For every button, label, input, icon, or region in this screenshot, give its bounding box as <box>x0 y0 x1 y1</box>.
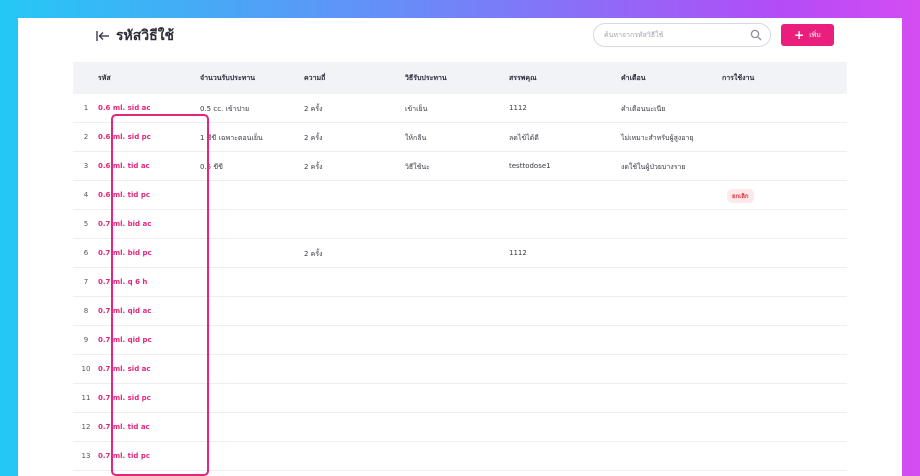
status-badge: ยกเลิก <box>727 189 754 203</box>
table-row[interactable]: 5 0.7 ml. bid ac <box>73 210 847 239</box>
table-row[interactable]: 6 0.7 ml. bid pc 2 ครั้ง 1112 <box>73 239 847 268</box>
amount-cell: 1 ซีขี เฉพาะตอนเย็น <box>200 134 263 142</box>
code-link[interactable]: 0.6 ml. sid pc <box>98 133 151 141</box>
amount-cell: 0.5 ขีขี <box>200 163 223 171</box>
benefit-cell: ลดไข้ได้ดี <box>509 134 539 142</box>
frequency-cell: 2 ครั้ง <box>304 250 323 258</box>
code-link[interactable]: 0.6 ml. tid pc <box>98 191 150 199</box>
benefit-cell: 1112 <box>509 249 527 257</box>
code-link[interactable]: 0.6 ml. tid ac <box>98 162 150 170</box>
column-header-status[interactable]: การใช้งาน <box>722 73 754 84</box>
column-header-warning[interactable]: คำเตือน <box>621 73 646 84</box>
table-row[interactable]: 13 0.7 ml. tid pc <box>73 442 847 471</box>
row-number: 10 <box>81 365 91 373</box>
table-row[interactable]: 8 0.7 ml. qid ac <box>73 297 847 326</box>
code-link[interactable]: 0.7 ml. tid pc <box>98 452 150 460</box>
benefit-cell: 1112 <box>509 104 527 112</box>
method-cell: วิธีใช้นะ <box>405 163 430 171</box>
row-number: 9 <box>83 336 89 344</box>
column-header-benefit[interactable]: สรรพคุณ <box>509 73 537 84</box>
plus-icon: + <box>794 28 805 42</box>
table-row[interactable]: 10 0.7 ml. sid ac <box>73 355 847 384</box>
code-link[interactable]: 0.7 ml. qid ac <box>98 307 151 315</box>
table-row[interactable]: 9 0.7 ml. qid pc <box>73 326 847 355</box>
dosage-table: รหัส จำนวนรับประทาน ความถี่ วิธีรับประทา… <box>73 62 847 471</box>
code-link[interactable]: 0.7 ml. q 6 h <box>98 278 147 286</box>
add-button-label: เพิ่ม <box>809 30 821 39</box>
row-number: 2 <box>83 133 89 141</box>
method-cell: ให้กลืน <box>405 134 427 142</box>
table-row[interactable]: 11 0.7 ml. sid pc <box>73 384 847 413</box>
benefit-cell: testtodose1 <box>509 162 551 170</box>
back-arrow-icon <box>96 31 109 41</box>
row-number: 8 <box>83 307 89 315</box>
frequency-cell: 2 ครั้ง <box>304 105 323 113</box>
back-button[interactable] <box>94 27 112 45</box>
code-link[interactable]: 0.7 ml. sid pc <box>98 394 151 402</box>
column-header-method[interactable]: วิธีรับประทาน <box>405 73 447 84</box>
row-number: 6 <box>83 249 89 257</box>
search-icon[interactable] <box>750 29 762 41</box>
code-link[interactable]: 0.7 ml. tid ac <box>98 423 150 431</box>
table-row[interactable]: 12 0.7 ml. tid ac <box>73 413 847 442</box>
row-number: 13 <box>81 452 91 460</box>
table-row[interactable]: 1 0.6 ml. sid ac 0.5 cc. เข้าปาย 2 ครั้ง เข้… <box>73 94 847 123</box>
method-cell: เข้าเย็น <box>405 105 428 113</box>
search-input[interactable] <box>604 28 744 42</box>
code-link[interactable]: 0.7 ml. bid ac <box>98 220 151 228</box>
code-link[interactable]: 0.6 ml. sid ac <box>98 104 151 112</box>
warning-cell: คำเตือนนะเนีย <box>621 105 666 113</box>
page-header: รหัสวิธีใช้ + เพิ่ม <box>18 18 902 62</box>
table-header: รหัส จำนวนรับประทาน ความถี่ วิธีรับประทา… <box>73 62 847 94</box>
code-link[interactable]: 0.7 ml. sid ac <box>98 365 151 373</box>
warning-cell: งดใช้ในผู้ป่วยบางราย <box>621 163 686 171</box>
search-box[interactable] <box>593 23 771 47</box>
row-number: 1 <box>83 104 89 112</box>
frequency-cell: 2 ครั้ง <box>304 163 323 171</box>
amount-cell: 0.5 cc. เข้าปาย <box>200 105 250 113</box>
table-body: 1 0.6 ml. sid ac 0.5 cc. เข้าปาย 2 ครั้ง เข้… <box>73 94 847 471</box>
frequency-cell: 2 ครั้ง <box>304 134 323 142</box>
page-title: รหัสวิธีใช้ <box>116 28 175 44</box>
add-button[interactable]: + เพิ่ม <box>781 24 834 46</box>
column-header-code[interactable]: รหัส <box>98 73 111 84</box>
row-number: 3 <box>83 162 89 170</box>
table-row[interactable]: 2 0.6 ml. sid pc 1 ซีขี เฉพาะตอนเย็น 2 ครั้… <box>73 123 847 152</box>
code-link[interactable]: 0.7 ml. bid pc <box>98 249 152 257</box>
app-window: รหัสวิธีใช้ + เพิ่ม รหัส จำนวนรับประทาน … <box>18 18 902 476</box>
column-header-amount[interactable]: จำนวนรับประทาน <box>200 73 255 84</box>
column-header-frequency[interactable]: ความถี่ <box>304 73 325 84</box>
row-number: 7 <box>83 278 89 286</box>
table-row[interactable]: 4 0.6 ml. tid pc ยกเลิก <box>73 181 847 210</box>
table-row[interactable]: 7 0.7 ml. q 6 h <box>73 268 847 297</box>
row-number: 4 <box>83 191 89 199</box>
row-number: 5 <box>83 220 89 228</box>
code-link[interactable]: 0.7 ml. qid pc <box>98 336 152 344</box>
row-number: 12 <box>81 423 91 431</box>
table-row[interactable]: 3 0.6 ml. tid ac 0.5 ขีขี 2 ครั้ง วิธีใช้นะ t… <box>73 152 847 181</box>
row-number: 11 <box>81 394 91 402</box>
warning-cell: ไม่เหมาะสำหรับผู้สูงอายุ <box>621 134 694 142</box>
